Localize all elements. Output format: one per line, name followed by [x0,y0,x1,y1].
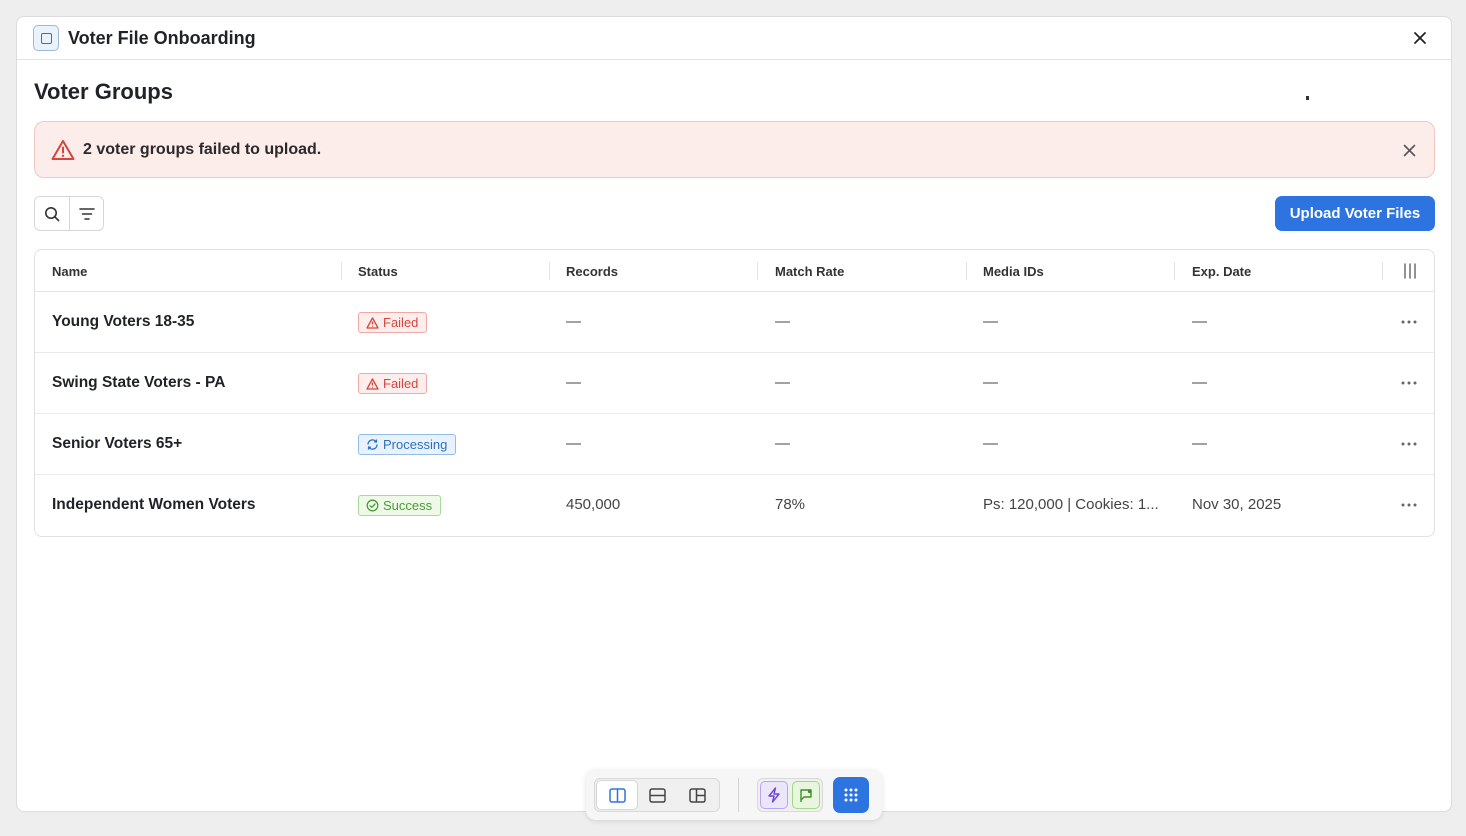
status-label: Failed [383,315,419,330]
flag-chat-button[interactable] [792,781,820,809]
apps-grid-button[interactable] [833,777,869,813]
alert-message: 2 voter groups failed to upload. [83,140,322,158]
table-row[interactable]: Independent Women Voters Success 450,000… [35,475,1434,536]
records-value: — [566,313,581,330]
layout-split-horizontal-button[interactable] [637,781,677,809]
close-icon [1414,32,1426,44]
column-divider [757,262,758,280]
media-ids-value: Ps: 120,000 | Cookies: 1... [983,496,1159,513]
table-tools [34,196,104,231]
column-header-records[interactable]: Records [566,264,618,279]
match-rate-value: 78% [775,496,806,513]
search-icon [45,206,60,221]
group-name: Young Voters 18-35 [52,313,195,330]
exp-date-value: — [1192,313,1207,330]
search-button[interactable] [35,197,69,230]
refresh-icon [367,439,378,450]
quick-action-button[interactable] [760,781,788,809]
row-actions-button[interactable] [1400,377,1418,389]
layout-dock [586,770,882,820]
row-actions-button[interactable] [1400,499,1418,511]
voter-groups-table: Name Status Records Match Rate Media IDs… [34,249,1435,537]
mouse-cursor [1306,96,1309,100]
title-bar: Voter File Onboarding [17,17,1451,60]
table-row[interactable]: Senior Voters 65+ Processing — — — — [35,414,1434,475]
table-row[interactable]: Swing State Voters - PA Failed — — — — [35,353,1434,414]
match-rate-value: — [775,313,790,330]
upload-voter-files-button[interactable]: Upload Voter Files [1275,196,1435,231]
filter-icon [78,207,95,220]
layout-grid-button[interactable] [677,781,717,809]
columns-icon [1404,263,1416,279]
status-badge: Failed [358,373,428,394]
group-name: Senior Voters 65+ [52,435,183,452]
exp-date-value: — [1192,435,1207,452]
warning-icon [51,139,75,160]
status-label: Failed [383,376,419,391]
dock-divider [738,778,739,812]
more-horizontal-icon [1401,381,1417,385]
warning-icon [366,316,379,329]
table-header: Name Status Records Match Rate Media IDs… [35,250,1434,292]
filter-button[interactable] [69,197,103,230]
layout-switcher [594,778,720,812]
media-ids-value: — [983,374,998,391]
dismiss-alert-button[interactable] [1400,141,1418,159]
page-title: Voter Groups [34,79,173,104]
more-horizontal-icon [1401,503,1417,507]
status-badge: Processing [358,434,457,455]
layout-split-vertical-button[interactable] [597,781,637,809]
match-rate-value: — [775,374,790,391]
column-header-match-rate[interactable]: Match Rate [775,264,844,279]
assistant-tools [757,778,823,812]
media-ids-value: — [983,313,998,330]
media-ids-value: — [983,435,998,452]
column-divider [341,262,342,280]
exp-date-value: Nov 30, 2025 [1192,496,1282,513]
status-label: Success [383,498,433,513]
row-actions-button[interactable] [1400,438,1418,450]
status-label: Processing [383,437,448,452]
column-header-exp-date[interactable]: Exp. Date [1192,264,1251,279]
records-value: 450,000 [566,496,621,513]
status-badge: Failed [358,312,428,333]
app-window: Voter File Onboarding Voter Groups 2 vot… [16,16,1452,812]
check-circle-icon [366,499,379,512]
close-icon [1403,144,1415,156]
window-title: Voter File Onboarding [68,27,256,48]
grid-dots-icon [844,788,858,802]
row-actions-button[interactable] [1400,316,1418,328]
column-header-status[interactable]: Status [358,264,398,279]
group-name: Swing State Voters - PA [52,374,226,391]
column-header-name[interactable]: Name [52,264,87,279]
split-horizontal-icon [648,787,666,803]
match-rate-value: — [775,435,790,452]
lightning-icon [768,787,780,803]
exp-date-value: — [1192,374,1207,391]
column-header-media-ids[interactable]: Media IDs [983,264,1044,279]
error-alert: 2 voter groups failed to upload. [34,121,1435,178]
column-divider [549,262,550,280]
records-value: — [566,435,581,452]
flag-message-icon [799,788,812,802]
split-vertical-icon [608,787,626,803]
table-row[interactable]: Young Voters 18-35 Failed — — — — [35,292,1434,353]
close-window-button[interactable] [1409,27,1431,49]
layout-panels-icon [688,787,706,803]
app-square-icon [33,25,59,51]
warning-icon [366,377,379,390]
column-divider [966,262,967,280]
more-horizontal-icon [1401,442,1417,446]
group-name: Independent Women Voters [52,496,256,513]
column-divider [1174,262,1175,280]
records-value: — [566,374,581,391]
status-badge: Success [358,495,442,516]
column-divider [1382,262,1383,280]
more-horizontal-icon [1401,320,1417,324]
column-settings-button[interactable] [1402,263,1418,279]
